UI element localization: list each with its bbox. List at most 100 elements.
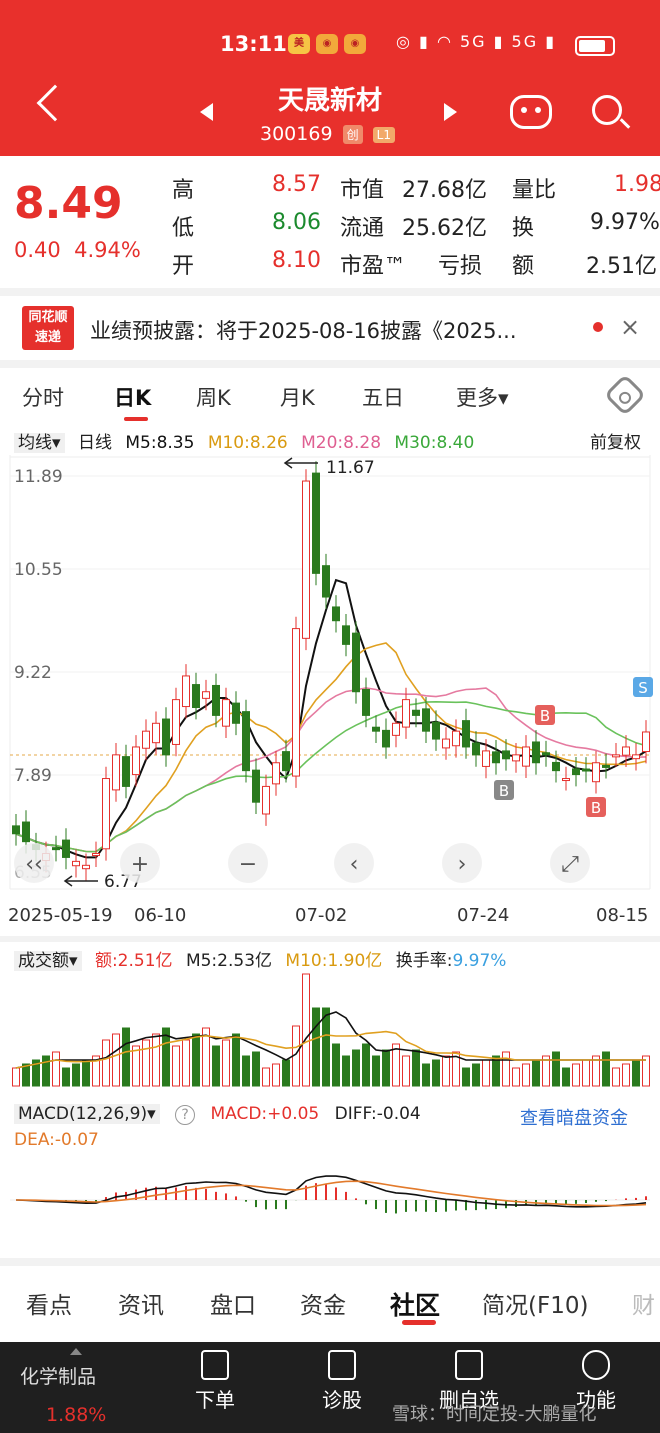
volume-bar [82,1059,90,1087]
y-tick-2: 9.22 [14,663,52,683]
tab-finance[interactable]: 财 [632,1286,655,1320]
volume-bar [522,1063,530,1087]
diff-value: DIFF:-0.04 [334,1104,421,1124]
help-icon[interactable]: ? [175,1105,196,1125]
amount-label: 额 [512,254,535,279]
y-tick-3: 7.89 [14,766,52,786]
news-ticker[interactable]: 同花顺 速递 业绩预披露：将于2025-08-16披露《2025... [0,298,660,360]
macd-legend: MACD(12,26,9)▾ ? MACD:+0.05 DIFF:-0.04 [14,1104,431,1125]
diagnose-label: 诊股 [322,1388,362,1412]
divider [0,360,660,368]
divider [0,936,660,942]
tab-orderbook[interactable]: 盘口 [210,1286,256,1320]
tab-community[interactable]: 社区 [390,1286,440,1322]
darkpool-link[interactable]: 查看暗盘资金 [520,1104,628,1130]
news-logo-bottom: 速递 [34,330,61,345]
status-bar: 13:11 美 ◉ ◉ ◎ ▮ ◠ 5G ▮ 5G ▮ [0,30,660,60]
macd-select[interactable]: MACD(12,26,9)▾ [14,1104,160,1124]
volume-bar [272,1063,280,1087]
chart-control-icon: ‹ [350,852,359,877]
volume-bar [62,1067,70,1087]
candle-body [222,699,230,727]
turnover-value: 9.97% [590,210,660,235]
tab-intraday[interactable]: 分时 [22,382,64,412]
y-tick-0: 11.89 [14,467,63,487]
candle-body [352,632,360,693]
tab-five-day[interactable]: 五日 [362,382,404,412]
pe-value: 亏损 [438,254,483,279]
mcap-label: 市值 [340,178,385,203]
x-tick-1: 06-10 [134,905,186,926]
ma-legend: 均线▾ 日线 M5:8.35 M10:8.26 M20:8.28 M30:8.4… [14,428,482,453]
float-value: 25.62亿 [402,216,487,241]
close-icon[interactable]: × [620,313,640,341]
volume-bar [302,973,310,1087]
volume-bar [12,1067,20,1087]
volume-bar [132,1045,140,1087]
trade-marker-label: B [591,799,601,817]
volume-legend: 成交额▾ 额:2.51亿 M5:2.53亿 M10:1.90亿 换手率:9.97… [14,946,514,971]
candle-body [332,606,340,622]
candle-body [432,721,440,740]
volume-bar [152,1033,160,1087]
candle-body [212,684,220,716]
tab-weekly-k[interactable]: 周K [196,382,231,412]
content-tabs: 看点 资讯 盘口 资金 社区 简况(F10) 财 [0,1258,660,1328]
volume-bar [632,1059,640,1087]
adjust-mode[interactable]: 前复权 [590,428,641,453]
vr-value: 1.98 [614,172,660,197]
tab-news[interactable]: 资讯 [118,1286,164,1320]
sector-name[interactable]: 化学制品 [20,1362,96,1389]
candle-body [262,785,270,815]
tab-highlights[interactable]: 看点 [26,1286,72,1320]
candle-body [532,741,540,764]
candle-body [392,722,400,736]
candle-body [112,754,120,791]
search-icon[interactable] [592,95,622,125]
candle-body [142,730,150,749]
stock-name: 天晟新材 [277,86,382,116]
volume-bar [72,1063,80,1087]
volume-bar [462,1067,470,1087]
candle-body [502,750,510,760]
robot-icon[interactable] [510,95,552,129]
next-stock-icon[interactable] [444,103,457,121]
volume-bar [362,1043,370,1087]
candle-body [452,730,460,747]
turnover-label: 换 [512,216,535,241]
chart-control-icon: + [131,852,149,877]
weibo-icon-2: ◉ [344,34,366,54]
diagnose-button[interactable]: 诊股 [292,1350,392,1413]
volume-bar [402,1055,410,1087]
low-label: 低 [172,216,195,241]
high-label: 高 [172,178,195,203]
candle-body [422,708,430,732]
weibo-icon: ◉ [316,34,338,54]
candle-body [232,702,240,724]
x-tick-2: 07-02 [295,905,347,926]
candle-body [362,688,370,716]
candle-body [512,754,520,762]
header: 13:11 美 ◉ ◉ ◎ ▮ ◠ 5G ▮ 5G ▮ 天晟新材 300169 … [0,0,660,156]
volume-type-select[interactable]: 成交额▾ [14,951,82,971]
prev-stock-icon[interactable] [200,103,213,121]
chart-control-icon: − [239,852,257,877]
order-button[interactable]: 下单 [165,1350,265,1413]
ma-type-select[interactable]: 均线▾ [14,433,65,453]
board-badge: 创 [342,125,363,144]
tab-monthly-k[interactable]: 月K [280,382,315,412]
candle-body [592,762,600,783]
quote-panel: 8.49 0.40 4.94% 高 8.57 低 8.06 开 8.10 市值 … [0,156,660,286]
volume-bar [122,1027,130,1087]
tab-funds[interactable]: 资金 [300,1286,346,1320]
expand-icon[interactable] [70,1348,82,1355]
candle-body [402,699,410,728]
kline-chart[interactable]: BBBS 11.89 10.55 9.22 7.89 6.55 11.67 6.… [0,455,660,935]
tab-f10[interactable]: 简况(F10) [482,1286,588,1320]
candle-body [52,847,60,851]
tab-daily-k[interactable]: 日K [114,382,151,412]
tab-more[interactable]: 更多▾ [456,382,509,412]
candle-body [492,751,500,764]
candle-body [372,726,380,732]
news-text[interactable]: 业绩预披露：将于2025-08-16披露《2025... [90,315,517,345]
